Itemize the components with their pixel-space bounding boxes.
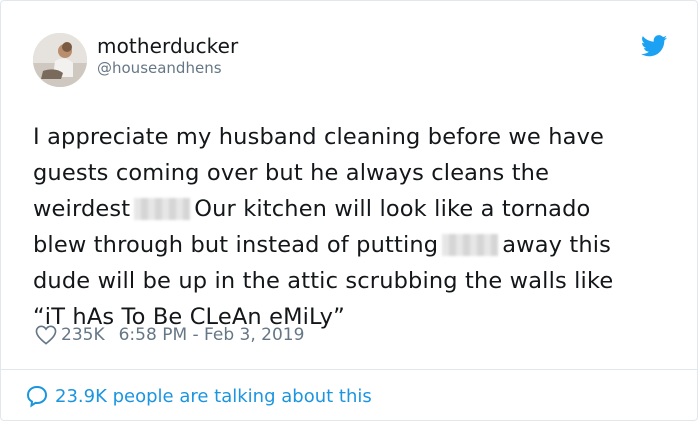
conversation-count-label[interactable]: 23.9K people are talking about this — [55, 386, 372, 407]
tweet-line: dude will be up in the attic scrubbing t… — [33, 268, 614, 294]
author-handle[interactable]: @houseandhens — [97, 59, 222, 77]
tweet-card: motherducker @houseandhens I appreciate … — [0, 0, 698, 421]
twitter-bird-icon[interactable] — [641, 35, 667, 57]
avatar-image — [33, 33, 87, 87]
heart-icon[interactable] — [35, 325, 57, 345]
author-display-name[interactable]: motherducker — [97, 34, 238, 58]
conversation-link[interactable]: 23.9K people are talking about this — [25, 384, 372, 408]
tweet-timestamp[interactable]: 6:58 PM - Feb 3, 2019 — [119, 325, 305, 345]
tweet-line: I appreciate my husband cleaning before … — [33, 124, 605, 150]
tweet-line: guests coming over but he always cleans … — [33, 160, 550, 186]
blurred-emoji — [134, 198, 191, 220]
tweet-text-segment: away this — [502, 232, 612, 258]
tweet-text-segment: Our kitchen will look like a tornado — [194, 196, 591, 222]
divider — [1, 369, 697, 370]
tweet-text-segment: blew through but instead of putting — [33, 232, 439, 258]
speech-bubble-icon — [26, 385, 48, 408]
like-count[interactable]: 235K — [61, 325, 105, 345]
tweet-line: weirdest Our kitchen will look like a tor… — [33, 191, 673, 227]
blurred-emoji — [442, 234, 499, 256]
tweet-meta: 235K 6:58 PM - Feb 3, 2019 — [35, 323, 304, 347]
avatar[interactable] — [33, 33, 87, 87]
tweet-line: blew through but instead of putting away … — [33, 227, 673, 263]
tweet-text: I appreciate my husband cleaning before … — [33, 119, 673, 335]
tweet-text-segment: weirdest — [33, 196, 131, 222]
